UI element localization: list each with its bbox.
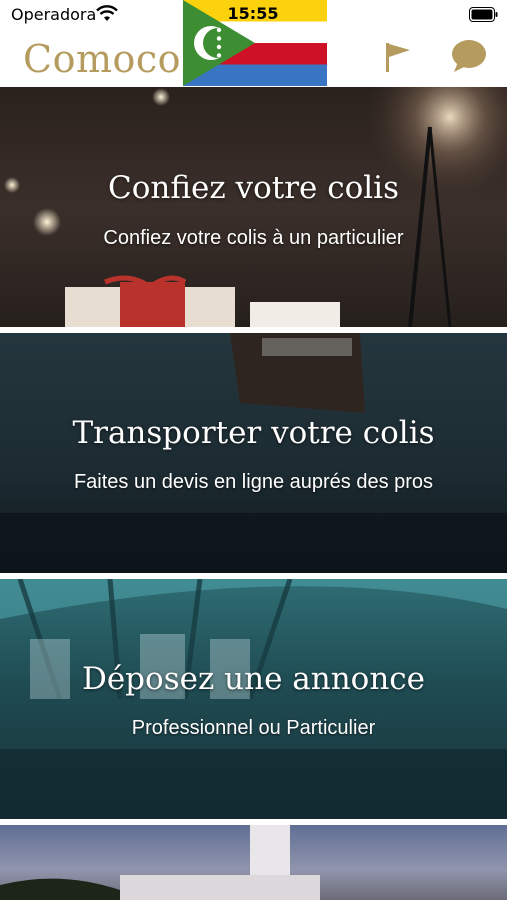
card-subtitle: Professionnel ou Particulier <box>131 717 376 739</box>
chat-bubble-icon[interactable] <box>450 38 488 74</box>
card-background-image <box>0 825 320 900</box>
card-transporter-colis[interactable]: Transporter votre colis Faites un devis … <box>0 333 507 573</box>
card-background-image <box>0 579 507 819</box>
card-title: Confiez votre colis <box>108 170 399 206</box>
brand-logo-text: Comoco <box>23 37 182 81</box>
card-background-image <box>4 87 507 327</box>
carrier-label: Operadora <box>11 5 97 24</box>
card-background-image <box>0 333 507 573</box>
card-subtitle: Confiez votre colis à un particulier <box>103 227 404 249</box>
card-confiez-colis[interactable]: Confiez votre colis Confiez votre colis … <box>0 87 507 327</box>
battery-icon <box>469 7 498 22</box>
app-header: Comoco <box>0 0 507 87</box>
card-deposez-annonce[interactable]: Déposez une annonce Professionnel ou Par… <box>0 579 507 819</box>
card-partial[interactable] <box>0 825 507 900</box>
card-title: Transporter votre colis <box>72 415 435 451</box>
card-subtitle: Faites un devis en ligne auprés des pros <box>73 471 434 493</box>
flag-icon[interactable] <box>382 40 414 74</box>
card-title: Déposez une annonce <box>81 661 426 697</box>
status-time: 15:55 <box>227 4 279 23</box>
wifi-icon <box>96 5 118 21</box>
